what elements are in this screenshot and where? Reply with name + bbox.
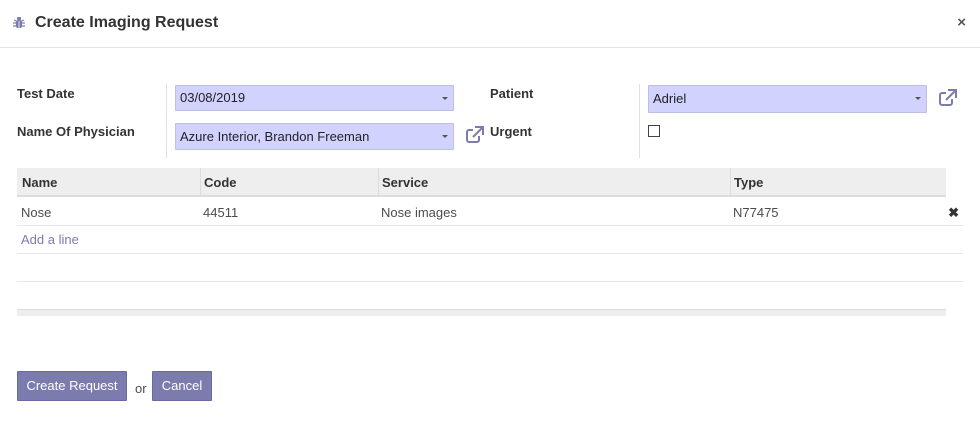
row-divider [17, 253, 963, 254]
table-header: Name Code Service Type [17, 168, 946, 197]
column-divider [378, 168, 379, 195]
cell-code: 44511 [203, 205, 239, 220]
left-column-divider [166, 84, 167, 158]
table-row[interactable]: Nose 44511 Nose images N77475 ✖ [17, 198, 963, 226]
or-separator: or [135, 381, 147, 396]
row-divider [17, 281, 963, 282]
column-header-name[interactable]: Name [22, 175, 57, 190]
patient-select[interactable]: Adriel [648, 85, 927, 113]
add-line-link[interactable]: Add a line [21, 232, 79, 247]
caret-down-icon [442, 135, 448, 138]
imaging-request-dialog: Create Imaging Request × Test Date Name … [0, 0, 980, 424]
column-header-code[interactable]: Code [204, 175, 237, 190]
urgent-label: Urgent [490, 124, 532, 139]
patient-label: Patient [490, 86, 534, 101]
test-date-field[interactable]: 03/08/2019 [175, 85, 454, 111]
column-divider [200, 168, 201, 195]
create-request-button[interactable]: Create Request [17, 371, 127, 401]
table-horizontal-scrollbar[interactable] [17, 309, 946, 316]
physician-value: Azure Interior, Brandon Freeman [180, 129, 370, 144]
urgent-checkbox[interactable] [648, 125, 660, 137]
right-column-divider [639, 84, 640, 158]
test-date-value: 03/08/2019 [180, 90, 246, 105]
caret-down-icon [915, 97, 921, 100]
cancel-button[interactable]: Cancel [152, 371, 212, 401]
patient-value: Adriel [653, 91, 687, 106]
caret-down-icon [442, 97, 448, 100]
dialog-title: Create Imaging Request [35, 14, 219, 31]
close-icon[interactable]: × [957, 15, 966, 31]
column-header-type[interactable]: Type [734, 175, 763, 190]
dialog-header: Create Imaging Request × [0, 0, 980, 48]
cell-type: N77475 [733, 205, 779, 220]
cell-service: Nose images [381, 205, 457, 220]
test-date-label: Test Date [17, 86, 75, 101]
patient-external-link-icon[interactable] [938, 88, 958, 108]
delete-icon[interactable]: ✖ [948, 205, 959, 221]
physician-select[interactable]: Azure Interior, Brandon Freeman [175, 123, 454, 150]
physician-label: Name Of Physician [17, 124, 135, 139]
physician-external-link-icon[interactable] [465, 125, 485, 145]
bug-icon [13, 17, 25, 28]
column-header-service[interactable]: Service [382, 175, 428, 190]
cell-name: Nose [21, 205, 52, 220]
column-divider [730, 168, 731, 195]
